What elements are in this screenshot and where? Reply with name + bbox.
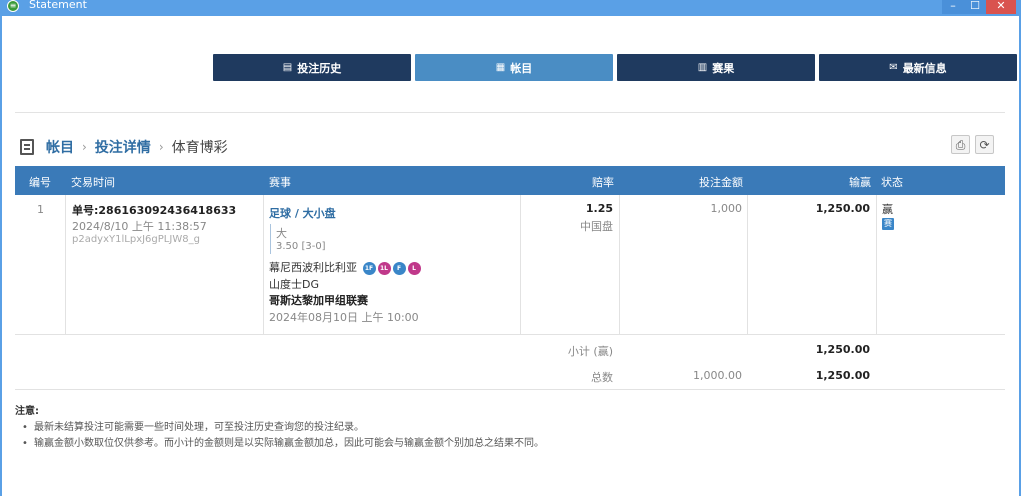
breadcrumb-statement-link[interactable]: 帐目: [46, 137, 74, 157]
total-stake: 1,000.00: [693, 369, 742, 382]
notes-title: 注意:: [15, 406, 39, 417]
note-text: 最新未结算投注可能需要一些时间处理，可至投注历史查询您的投注纪录。: [34, 422, 364, 433]
column-divider: [65, 195, 66, 334]
chevron-right-icon: ›: [158, 140, 164, 154]
statement-icon: [20, 139, 34, 155]
chevron-right-icon: ›: [82, 140, 87, 154]
match-time: 2024年08月10日 上午 10:00: [269, 311, 419, 324]
handicap-line: 3.50 [3-0]: [276, 241, 326, 252]
column-divider: [876, 195, 877, 334]
stake-amount: 1,000: [710, 202, 743, 215]
status-text: 赢: [882, 203, 893, 216]
odds-value: 1.25: [585, 202, 613, 215]
column-divider: [747, 195, 748, 334]
window-frame-left: [0, 16, 2, 496]
refresh-icon: ⟳: [979, 138, 990, 152]
winloss-amount: 1,250.00: [815, 202, 870, 215]
nav-statement-button[interactable]: ▦ 帐目: [415, 54, 613, 81]
column-divider: [263, 195, 264, 334]
note-text: 输赢金额小数取位仅供参考。而小计的金额则是以实际输赢金额加总，因此可能会与输赢金…: [34, 438, 544, 449]
printer-icon: ⎙: [955, 138, 966, 152]
maximize-button[interactable]: ☐: [964, 0, 986, 14]
breadcrumb-bet-details-link[interactable]: 投注详情: [95, 137, 151, 157]
bet-type: 足球 / 大小盘: [269, 207, 336, 220]
note-item: • 输赢金额小数取位仅供参考。而小计的金额则是以实际输赢金额加总，因此可能会与输赢…: [22, 434, 544, 449]
receipt-icon: ▤: [282, 62, 293, 73]
nav-bet-history-button[interactable]: ▤ 投注历史: [213, 54, 411, 81]
nav-label: 投注历史: [297, 61, 342, 75]
column-divider: [520, 195, 521, 334]
note-item: • 最新未结算投注可能需要一些时间处理，可至投注历史查询您的投注纪录。: [22, 418, 364, 433]
app-icon: ≡: [7, 0, 19, 12]
nav-label: 帐目: [510, 61, 533, 75]
subtotal-winloss: 1,250.00: [815, 343, 870, 356]
divider: [15, 112, 1005, 113]
selection-marker: [270, 224, 271, 254]
window-titlebar: ≡ Statement – ☐ ✕: [0, 0, 1021, 16]
table-header: 编号 交易时间 赛事 赔率 投注金额 输赢 状态: [15, 166, 1005, 195]
header-stake: 投注金额: [699, 176, 743, 189]
ledger-icon: ▦: [495, 62, 506, 73]
badge-f: F: [392, 261, 406, 275]
row-number: 1: [37, 203, 44, 216]
refresh-button[interactable]: ⟳: [975, 135, 994, 154]
column-divider: [619, 195, 620, 334]
row-divider: [15, 334, 1005, 335]
nav-results-button[interactable]: ▥ 赛果: [617, 54, 815, 81]
transaction-datetime: 2024/8/10 上午 11:38:57: [72, 220, 207, 233]
total-winloss: 1,250.00: [815, 369, 870, 382]
window-title: Statement: [29, 0, 87, 11]
trophy-icon: ▥: [697, 62, 708, 73]
nav-label: 赛果: [712, 61, 735, 75]
print-button[interactable]: ⎙: [951, 135, 970, 154]
status-chip: 赛: [882, 216, 894, 230]
away-team: 山度士DG: [269, 278, 319, 291]
minimize-button[interactable]: –: [942, 0, 964, 14]
league-name: 哥斯达黎加甲组联赛: [269, 294, 368, 307]
transaction-code: p2adyxY1lLpxJ6gPLJW8_g: [72, 234, 200, 245]
totals-divider: [15, 389, 1005, 390]
status-chip-label: 赛: [882, 218, 894, 230]
close-button[interactable]: ✕: [986, 0, 1016, 14]
badge-1f: 1F: [362, 261, 376, 275]
teams-line: 幕尼西波利比利亚 1F 1L F L: [269, 259, 421, 275]
ticket-number: 单号:286163092436418633: [72, 204, 237, 217]
header-time: 交易时间: [71, 176, 115, 189]
breadcrumb: 帐目 › 投注详情 › 体育博彩: [20, 137, 228, 157]
total-label: 总数: [591, 371, 613, 384]
badge-1l: 1L: [377, 261, 391, 275]
nav-messages-button[interactable]: ✉ 最新信息: [819, 54, 1017, 81]
odds-type: 中国盘: [580, 220, 613, 233]
header-winloss: 输赢: [849, 176, 871, 189]
header-event: 赛事: [269, 176, 291, 189]
header-odds: 赔率: [592, 176, 614, 189]
breadcrumb-current: 体育博彩: [171, 140, 228, 156]
bullet-icon: •: [22, 422, 28, 433]
mail-icon: ✉: [889, 62, 898, 73]
selection: 大: [276, 227, 287, 240]
header-no: 编号: [29, 176, 51, 189]
nav-label: 最新信息: [902, 61, 947, 75]
header-status: 状态: [881, 176, 903, 189]
bullet-icon: •: [22, 438, 28, 449]
badge-l: L: [407, 261, 421, 275]
home-team: 幕尼西波利比利亚: [269, 261, 357, 274]
subtotal-label: 小计 (赢): [567, 345, 613, 358]
